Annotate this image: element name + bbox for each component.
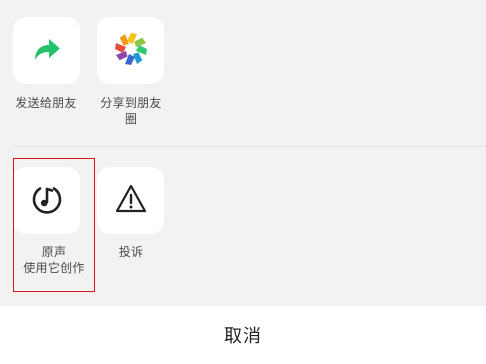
selection-highlight-box [13,158,95,292]
share-arrow-icon [32,34,62,68]
send-to-friend-label: 发送给朋友 [15,96,77,110]
share-to-moments-label: 分享到朋友 圈 [86,95,176,127]
row-divider [13,146,486,147]
share-to-moments-button[interactable] [97,17,164,84]
cancel-button[interactable]: 取消 [0,306,486,364]
moments-aperture-icon [113,31,149,71]
send-to-friend-button[interactable] [13,17,80,84]
warning-triangle-icon [114,182,148,220]
share-to-moments-label-line2: 圈 [124,112,138,126]
share-sheet: 发送给朋友 分享到朋友 圈 原声 使用它创作 投诉 取消 [0,0,486,364]
cancel-label: 取消 [224,326,262,347]
share-to-moments-label-line1: 分享到朋友 [100,96,162,110]
report-button[interactable] [97,167,164,234]
report-label: 投诉 [118,245,144,259]
